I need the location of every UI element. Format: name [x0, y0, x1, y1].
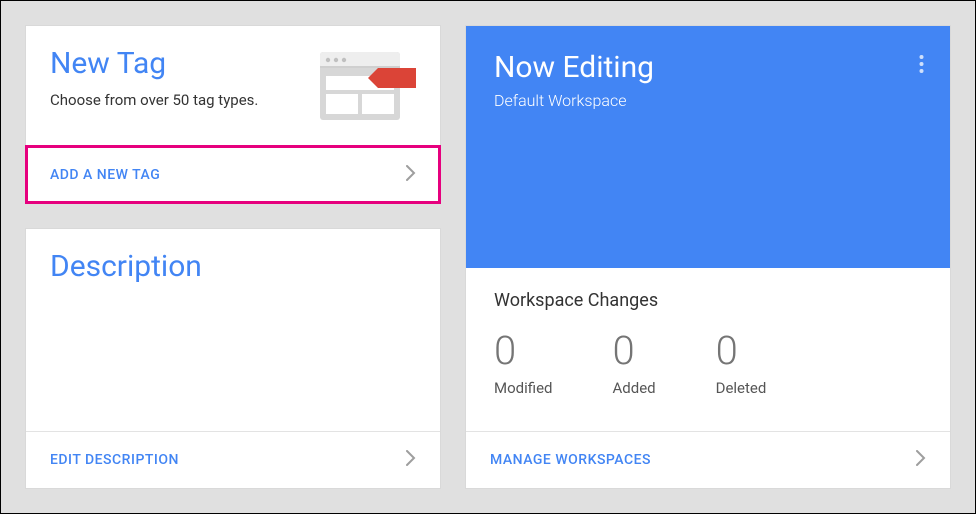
- manage-workspaces-label: MANAGE WORKSPACES: [490, 452, 651, 468]
- stat-deleted: 0 Deleted: [716, 329, 767, 397]
- editing-body: Workspace Changes 0 Modified 0 Added 0 D…: [466, 268, 950, 431]
- description-title: Description: [50, 249, 416, 284]
- manage-workspaces-button[interactable]: MANAGE WORKSPACES: [466, 431, 950, 488]
- stat-deleted-label: Deleted: [716, 379, 767, 397]
- more-vert-icon[interactable]: [913, 48, 930, 84]
- stat-modified-value: 0: [494, 329, 552, 373]
- right-column: Now Editing Default Workspace Workspace …: [465, 25, 951, 489]
- edit-description-button[interactable]: EDIT DESCRIPTION: [26, 431, 440, 488]
- stat-added-value: 0: [612, 329, 655, 373]
- description-body: Description: [26, 229, 440, 431]
- stat-added: 0 Added: [612, 329, 655, 397]
- new-tag-text: New Tag Choose from over 50 tag types.: [50, 46, 316, 112]
- chevron-right-icon: [406, 165, 416, 185]
- new-tag-subtitle: Choose from over 50 tag types.: [50, 89, 304, 112]
- editing-header: Now Editing Default Workspace: [466, 26, 950, 268]
- new-tag-body: New Tag Choose from over 50 tag types.: [26, 26, 440, 146]
- description-card: Description EDIT DESCRIPTION: [25, 228, 441, 489]
- editing-subtitle: Default Workspace: [494, 91, 922, 110]
- stat-modified: 0 Modified: [494, 329, 552, 397]
- workspace-stats: 0 Modified 0 Added 0 Deleted: [494, 329, 922, 397]
- stat-added-label: Added: [612, 379, 655, 397]
- chevron-right-icon: [406, 450, 416, 470]
- chevron-right-icon: [916, 450, 926, 470]
- new-tag-card: New Tag Choose from over 50 tag types.: [25, 25, 441, 204]
- add-new-tag-button[interactable]: ADD A NEW TAG: [26, 146, 440, 203]
- workspace-changes-title: Workspace Changes: [494, 290, 922, 311]
- add-new-tag-label: ADD A NEW TAG: [50, 167, 160, 183]
- new-tag-title: New Tag: [50, 46, 304, 81]
- editing-title: Now Editing: [494, 50, 922, 85]
- now-editing-card: Now Editing Default Workspace Workspace …: [465, 25, 951, 489]
- dashboard-container: New Tag Choose from over 50 tag types.: [1, 1, 975, 513]
- edit-description-label: EDIT DESCRIPTION: [50, 452, 179, 468]
- tag-illustration-icon: [316, 46, 416, 126]
- stat-deleted-value: 0: [716, 329, 767, 373]
- stat-modified-label: Modified: [494, 379, 552, 397]
- left-column: New Tag Choose from over 50 tag types.: [25, 25, 441, 489]
